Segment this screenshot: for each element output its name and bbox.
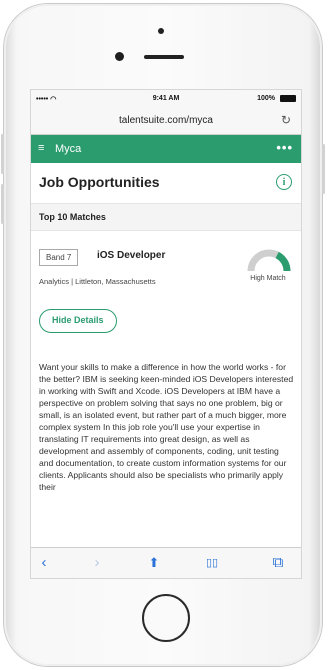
app-title: Myca [55,143,82,155]
page-header: Job Opportunities i [31,163,301,204]
url-text[interactable]: talentsuite.com/myca [31,115,301,126]
info-icon[interactable]: i [276,174,292,190]
match-label: High Match [250,275,286,282]
home-button[interactable] [142,594,190,642]
job-title[interactable]: iOS Developer [97,250,165,261]
hide-details-button[interactable]: Hide Details [39,309,117,333]
earpiece-speaker [144,55,184,59]
volume-button [1,134,4,174]
job-description: Want your skills to make a difference in… [39,362,294,492]
front-camera-icon [115,52,124,61]
match-gauge-icon [247,249,291,272]
tabs-icon[interactable]: ⧉ [267,554,289,572]
section-header: Top 10 Matches [31,204,301,231]
browser-address-bar[interactable]: talentsuite.com/myca ↻ [31,108,301,135]
hamburger-menu-icon[interactable]: ≡ [38,142,44,154]
more-options-icon[interactable]: ••• [276,140,293,155]
phone-screen: ••••• ◠ 9:41 AM 100% talentsuite.com/myc… [30,89,302,579]
job-location: Analytics | Littleton, Massachusetts [39,277,156,286]
volume-button [1,184,4,224]
section-title: Top 10 Matches [39,212,106,222]
camera-dot-icon [158,28,164,34]
forward-icon[interactable]: › [86,554,108,572]
share-icon[interactable]: ⬆ [143,554,165,572]
reload-icon[interactable]: ↻ [281,113,291,127]
page-title: Job Opportunities [39,174,160,190]
app-header: ≡ Myca ••• [31,135,301,163]
bookmarks-icon[interactable]: ▯▯ [201,554,223,572]
job-card[interactable]: Band 7 iOS Developer Analytics | Littlet… [31,231,301,341]
battery-percent: 100% [257,95,275,102]
band-badge: Band 7 [39,249,79,266]
battery-icon [280,95,296,102]
back-icon[interactable]: ‹ [33,554,55,572]
status-bar: ••••• ◠ 9:41 AM 100% [31,90,301,108]
browser-toolbar: ‹ › ⬆ ▯▯ ⧉ [31,547,301,578]
power-button [322,144,325,194]
